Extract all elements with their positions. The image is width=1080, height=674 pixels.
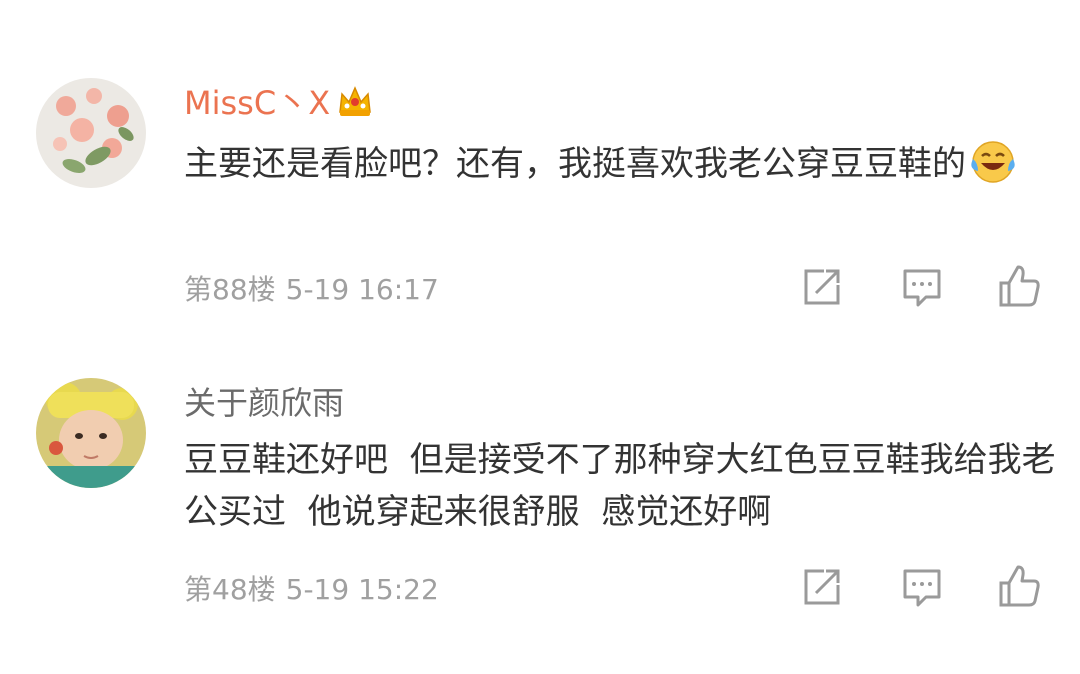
- laugh-cry-emoji-icon: [970, 139, 1016, 200]
- username[interactable]: MissC丶X: [184, 82, 374, 128]
- comment-button[interactable]: [900, 565, 944, 609]
- comment-icon: [903, 269, 941, 307]
- comment-icon: [903, 569, 941, 607]
- like-button[interactable]: [998, 563, 1042, 607]
- like-icon: [999, 265, 1040, 307]
- comment-text: 主要还是看脸吧？还有，我挺喜欢我老公穿豆豆鞋的: [184, 138, 1064, 200]
- repost-button[interactable]: [800, 265, 844, 309]
- comment-item: MissC丶X 主要还是看脸吧？还有，我挺喜欢我老公穿豆豆鞋的 第88楼 5-19: [0, 0, 1080, 330]
- comment-text: 豆豆鞋还好吧 但是接受不了那种穿大红色豆豆鞋我给我老公买过 他说穿起来很舒服 感…: [184, 440, 1056, 532]
- repost-icon: [804, 569, 840, 605]
- repost-button[interactable]: [800, 565, 844, 609]
- comment-meta: 第88楼 5-19 16:17: [184, 268, 449, 308]
- comment-item: 关于颜欣雨 豆豆鞋还好吧 但是接受不了那种穿大红色豆豆鞋我给我老公买过 他说穿起…: [0, 330, 1080, 674]
- comment-meta: 第48楼 5-19 15:22: [184, 568, 449, 608]
- avatar[interactable]: [36, 78, 146, 188]
- like-icon: [999, 565, 1040, 607]
- username[interactable]: 关于颜欣雨: [184, 382, 344, 424]
- comment-button[interactable]: [900, 265, 944, 309]
- repost-icon: [804, 269, 840, 305]
- like-button[interactable]: [998, 263, 1042, 307]
- floor-number: 第88楼: [184, 273, 276, 306]
- crown-icon: [336, 82, 374, 128]
- floor-number: 第48楼: [184, 573, 276, 606]
- avatar[interactable]: [36, 378, 146, 488]
- timestamp: 5-19 16:17: [285, 273, 439, 306]
- timestamp: 5-19 15:22: [285, 573, 439, 606]
